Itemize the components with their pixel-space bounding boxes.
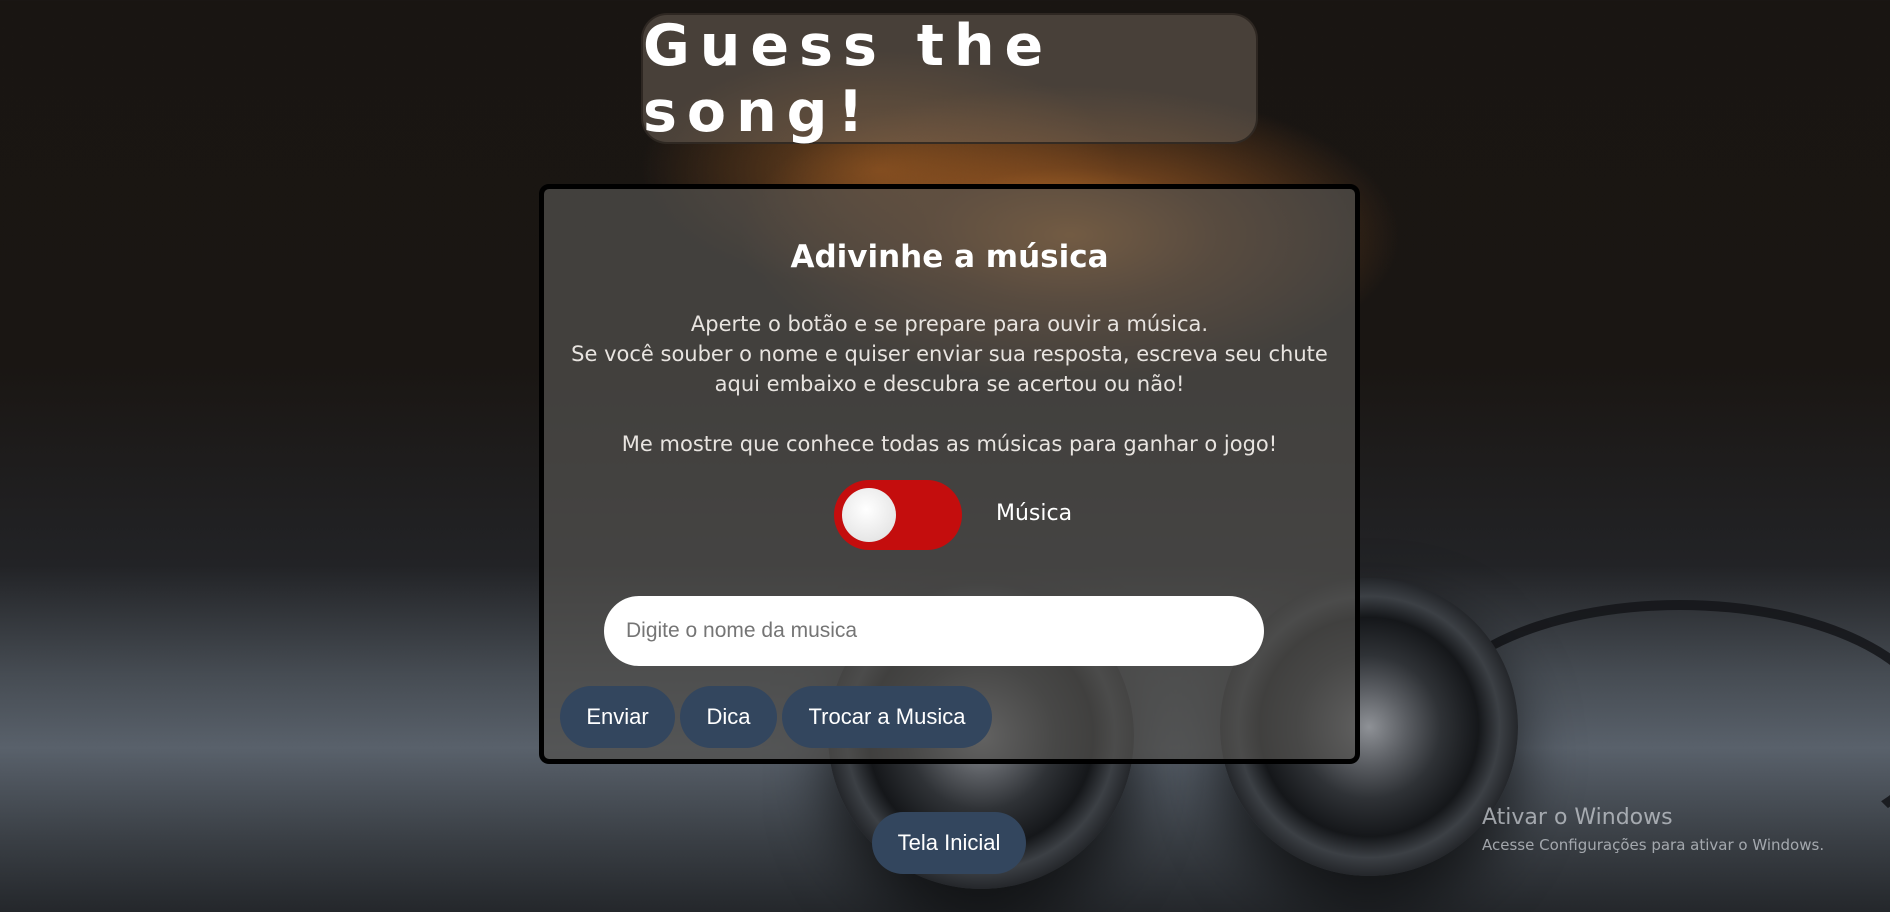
windows-activation-watermark: Ativar o Windows Acesse Configurações pa… — [1482, 805, 1824, 854]
instructions: Aperte o botão e se prepare para ouvir a… — [554, 309, 1345, 459]
game-card: Adivinhe a música Aperte o botão e se pr… — [539, 184, 1360, 764]
toggle-knob[interactable] — [842, 488, 896, 542]
watermark-subtitle: Acesse Configurações para ativar o Windo… — [1482, 836, 1825, 854]
music-toggle-label: Música — [996, 501, 1073, 526]
title-banner: Guess the song! — [641, 12, 1258, 145]
change-song-button[interactable]: Trocar a Musica — [782, 686, 992, 748]
song-guess-input[interactable] — [604, 596, 1264, 666]
hint-button[interactable]: Dica — [680, 686, 777, 748]
home-screen-button[interactable]: Tela Inicial — [872, 812, 1026, 874]
instruction-line: Aperte o botão e se prepare para ouvir a… — [690, 312, 1209, 336]
send-button[interactable]: Enviar — [560, 686, 675, 748]
instruction-line: Se você souber o nome e quiser enviar su… — [571, 342, 1328, 396]
card-title: Adivinhe a música — [790, 239, 1109, 275]
instruction-line: Me mostre que conhece todas as músicas p… — [621, 432, 1278, 456]
page-title: Guess the song! — [643, 12, 1054, 145]
music-toggle[interactable] — [834, 480, 962, 550]
watermark-title: Ativar o Windows — [1482, 805, 1673, 830]
